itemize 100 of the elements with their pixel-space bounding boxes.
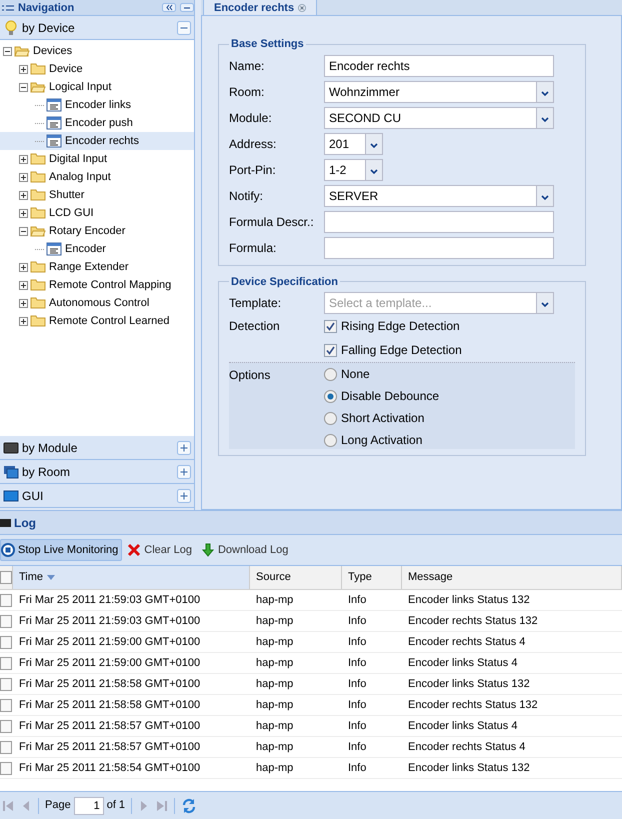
table-cell-text: Info [347,740,368,755]
expand-icon[interactable] [19,262,28,272]
radio-icon[interactable] [324,434,337,446]
tree-item[interactable]: Analog Input [0,168,194,186]
tree-item[interactable]: Encoder links [0,96,194,114]
tree-item[interactable]: Encoder [0,240,194,258]
checkbox-icon[interactable] [0,740,12,754]
tree-item[interactable]: Digital Input [0,150,194,168]
checked-checkbox-icon[interactable] [324,344,337,356]
table-cell-text: hap-mp [255,740,294,755]
toolbar-button[interactable]: Clear Log [126,539,196,561]
tree-item[interactable]: Encoder rechts [0,132,194,150]
table-cell-text: Encoder links Status 4 [407,656,518,671]
tree-item[interactable]: Rotary Encoder [0,222,194,240]
tree-item[interactable]: Autonomous Control [0,294,194,312]
folder-icon [30,187,46,203]
refresh-icon[interactable] [181,798,198,814]
radio-button[interactable]: None [324,366,440,382]
sort-icon [47,575,56,580]
close-icon[interactable] [298,4,306,12]
combo-box[interactable]: SECOND CU [324,106,554,128]
tab[interactable]: Encoder rechts [203,0,318,15]
checkbox[interactable]: Falling Edge Detection [324,341,462,359]
expand-icon[interactable] [19,280,28,290]
box-icon [3,440,19,456]
tree-item[interactable]: Devices [0,42,194,60]
tree-item[interactable]: Logical Input [0,78,194,96]
table-cell-text: hap-mp [255,676,294,692]
list-icon [46,133,62,149]
text-field[interactable] [324,236,554,258]
radio-button[interactable]: Short Activation [324,410,440,426]
screen-icon [3,488,19,504]
expand-icon[interactable] [19,64,28,74]
expand-icon[interactable] [19,154,28,164]
column-header[interactable]: Type [342,566,402,589]
column-header[interactable]: Time [13,566,250,589]
tree-item[interactable]: LCD GUI [0,204,194,222]
expand-icon[interactable] [19,298,28,308]
expand-icon[interactable] [19,316,28,326]
list-icon [46,241,62,257]
tree-item[interactable]: Remote Control Mapping [0,276,194,294]
combo-box[interactable]: SERVER [324,184,554,206]
field-label: Template: [229,295,282,312]
tree-item[interactable]: Shutter [0,186,194,204]
collapse-icon[interactable] [3,46,12,56]
checkbox-icon[interactable] [0,656,12,670]
collapse-icon[interactable] [19,82,28,92]
folder-icon [30,295,46,311]
field-label: Port-Pin: [229,162,277,178]
selected-radio-icon[interactable] [324,390,337,402]
expand-icon[interactable] [19,208,28,218]
combo-box[interactable]: 1-2 [324,158,383,180]
checkbox-icon[interactable] [0,720,12,732]
radio-button[interactable]: Disable Debounce [324,388,440,404]
tree-item[interactable]: Range Extender [0,258,194,276]
checkbox-icon[interactable] [0,594,12,606]
expand-icon[interactable] [19,172,28,182]
accordion-header[interactable]: by Module [0,436,194,460]
radio-icon[interactable] [324,368,337,380]
checkbox[interactable]: Rising Edge Detection [324,317,462,335]
checkbox-icon[interactable] [0,636,12,648]
toolbar-button[interactable]: Download Log [200,539,292,561]
table-cell-text: Encoder links Status 4 [407,718,518,734]
list-icon [2,4,14,12]
combo-box[interactable]: Wohnzimmer [324,80,554,102]
checkbox-icon[interactable] [0,762,12,774]
tree-item[interactable]: Device [0,60,194,78]
collapse-icon[interactable] [162,3,176,12]
checked-checkbox-icon[interactable] [324,320,337,332]
radio-icon[interactable] [324,412,337,424]
collapse-icon[interactable] [19,226,28,236]
text-field[interactable]: Encoder rechts [324,54,554,76]
tree-item[interactable]: Encoder push [0,114,194,132]
checkbox-icon[interactable] [0,571,12,584]
column-header[interactable]: Message [402,566,622,589]
accordion-header[interactable]: GUI [0,484,194,508]
table-cell-text: Fri Mar 25 2011 21:58:54 GMT+0100 [18,760,202,776]
table-cell-text: Fri Mar 25 2011 21:58:57 GMT+0100 [18,718,202,734]
combo-box[interactable]: 201 [324,132,383,154]
screens-icon [3,464,19,480]
toolbar-button[interactable]: Stop Live Monitoring [0,539,122,561]
text-field[interactable] [324,210,554,232]
accordion-header[interactable]: by Room [0,460,194,484]
expand-icon[interactable] [19,190,28,200]
table-cell-text: Fri Mar 25 2011 21:59:03 GMT+0100 [18,614,202,629]
table-cell-text: Info [347,718,368,734]
tree-item[interactable]: Remote Control Learned [0,312,194,330]
table-cell-text: Info [347,592,368,608]
accordion-header[interactable]: by Device [0,16,194,40]
list-icon [46,97,62,113]
column-header[interactable]: Source [250,566,342,589]
radio-button[interactable]: Long Activation [324,432,440,448]
table-cell-text: Info [347,656,368,671]
checkbox-icon[interactable] [0,698,12,712]
stop-icon [1,543,15,557]
folder-icon [30,277,46,293]
page-field[interactable]: 1 [74,796,104,814]
table-cell-text: Encoder links Status 132 [407,592,531,608]
checkbox-icon[interactable] [0,678,12,690]
checkbox-icon[interactable] [0,614,12,628]
